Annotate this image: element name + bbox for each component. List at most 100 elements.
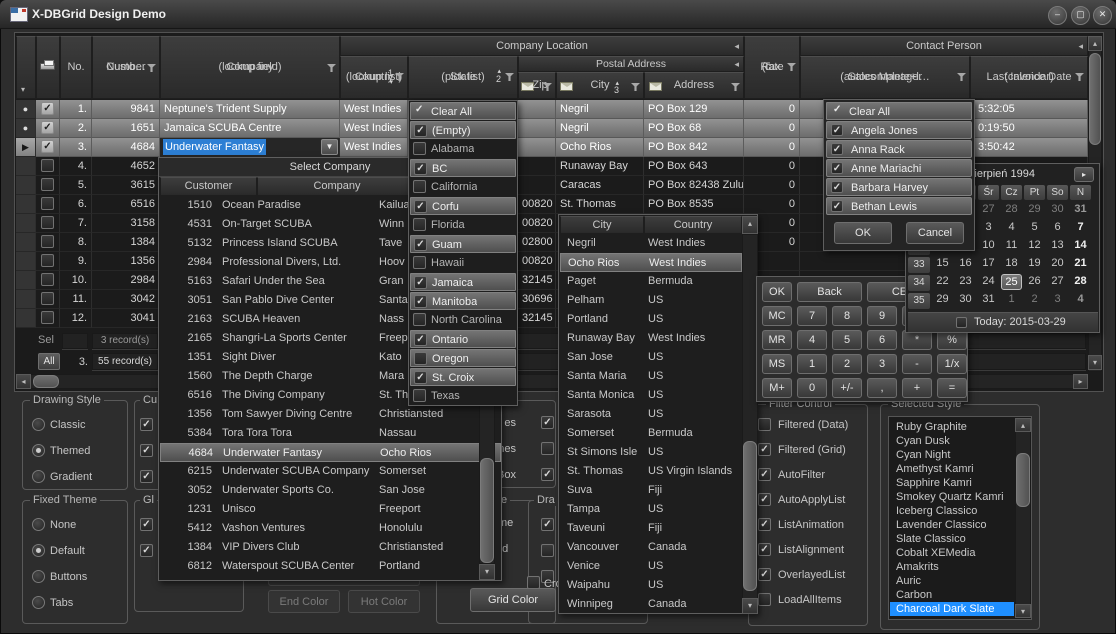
row-indicator[interactable] [16, 157, 36, 176]
calendar-day[interactable]: 18 [1001, 256, 1022, 272]
cell-zip[interactable] [518, 176, 556, 195]
cell-customer-number[interactable]: 3615 [92, 176, 160, 195]
calendar-day[interactable]: 7 [1070, 220, 1091, 236]
calc-button-MC[interactable]: MC [762, 306, 792, 326]
cell-tax-rate[interactable]: 0 [744, 138, 800, 157]
calendar-day[interactable]: 19 [1024, 256, 1045, 272]
style-scroll-thumb[interactable] [1016, 453, 1030, 507]
cell-tax-rate[interactable]: 0 [744, 119, 800, 138]
company-col-header-customer[interactable]: Customer [160, 177, 257, 196]
header-indicator[interactable]: ▾ [16, 36, 36, 99]
calc-button-2[interactable]: 2 [832, 354, 862, 374]
company-list-item[interactable]: 6215Underwater SCUBA CompanySomerset [160, 462, 501, 481]
style-list-item[interactable]: Carbon [890, 588, 1014, 602]
state-item-checkbox[interactable] [413, 180, 426, 193]
city-list-item[interactable]: TaveuniFiji [560, 519, 742, 538]
cell-zip[interactable]: 32145 [518, 271, 556, 290]
state-picklist-item[interactable]: ✓Ontario [410, 330, 516, 348]
cell-last-invoice[interactable]: 0:19:50 [970, 119, 1088, 138]
row-indicator[interactable] [16, 252, 36, 271]
calc-button-M+[interactable]: M+ [762, 378, 792, 398]
row-indicator[interactable] [16, 214, 36, 233]
calendar-day[interactable]: 21 [1070, 256, 1091, 272]
filter-icon[interactable] [1075, 73, 1084, 81]
row-indicator[interactable]: ● [16, 119, 36, 138]
drawing-style-1-radio[interactable] [32, 444, 45, 457]
company-col-header-company[interactable]: Company [257, 177, 417, 196]
row-select-cell[interactable] [36, 157, 60, 176]
cell-address[interactable]: PO Box 129 [644, 100, 744, 119]
footer-all-button[interactable]: All [38, 353, 60, 370]
h-scroll-thumb[interactable] [33, 375, 59, 388]
cell-zip[interactable] [518, 119, 556, 138]
row-checkbox[interactable]: ✓ [41, 121, 54, 134]
city-list-item[interactable]: VancouverCanada [560, 538, 742, 557]
cell-zip[interactable] [518, 157, 556, 176]
calendar-day[interactable]: 16 [955, 256, 976, 272]
cell-address[interactable]: PO Box 8535 [644, 195, 744, 214]
calendar-selected-day[interactable]: 25 [1001, 274, 1022, 290]
calc-button-4[interactable]: 4 [797, 330, 827, 350]
cell-country[interactable]: West Indies [340, 138, 408, 157]
calc-button-1[interactable]: 1 [797, 354, 827, 374]
header-city[interactable]: City▴3 [556, 72, 644, 99]
fixed-theme-0-radio[interactable] [32, 518, 45, 531]
row-select-cell[interactable] [36, 176, 60, 195]
state-picklist-item[interactable]: Oregon [410, 349, 516, 367]
style-listbox[interactable]: Ruby GraphiteCyan DuskCyan NightAmethyst… [888, 416, 1032, 620]
cell-customer-number[interactable]: 4684 [92, 138, 160, 157]
state-picklist-item[interactable]: ✓St. Croix [410, 368, 516, 386]
cell-city[interactable]: Negril [556, 119, 644, 138]
scroll-left-icon[interactable]: ◂ [16, 374, 31, 389]
sm-cancel-button[interactable]: Cancel [906, 222, 964, 244]
company-scroll-thumb[interactable] [480, 458, 494, 563]
cell-customer-number[interactable]: 1384 [92, 233, 160, 252]
row-select-cell[interactable] [36, 309, 60, 328]
drawing-style-2-radio[interactable] [32, 470, 45, 483]
city-list-item[interactable]: San JoseUS [560, 348, 742, 367]
state-picklist-item[interactable]: California [410, 178, 516, 196]
sm-list-item[interactable]: ✓Barbara Harvey [826, 178, 972, 196]
sm-item-checkbox[interactable]: ✓ [831, 143, 843, 155]
calc-button-%[interactable]: % [937, 330, 967, 350]
fixed-theme-3-radio[interactable] [32, 596, 45, 609]
calendar-day[interactable]: 4 [1001, 220, 1022, 236]
cell-country[interactable]: West Indies [340, 119, 408, 138]
cell-last-invoice[interactable]: 5:32:05 [970, 100, 1088, 119]
collapse-left-icon[interactable]: ◂ [734, 58, 739, 71]
style-list-item[interactable]: Slate Classico [890, 532, 1014, 546]
cell-address[interactable]: PO Box 643 [644, 157, 744, 176]
collapse-left-icon[interactable]: ◂ [1078, 40, 1083, 53]
state-picklist-item[interactable]: Texas [410, 387, 516, 405]
calendar-next-icon[interactable]: ▸ [1074, 167, 1094, 182]
cell-city[interactable]: Ocho Rios [556, 138, 644, 157]
style-list-item[interactable]: Ruby Graphite [890, 420, 1014, 434]
calendar-day[interactable]: 20 [1047, 256, 1068, 272]
header-tax-rate[interactable]: TaxRate(c… [744, 36, 800, 99]
state-picklist-item[interactable]: ✓BC [410, 159, 516, 177]
calc-button-7[interactable]: 7 [797, 306, 827, 326]
row-checkbox[interactable] [41, 216, 54, 229]
grid-color-button[interactable]: Grid Color [470, 588, 556, 612]
header-state[interactable]: State(pick list)▴2 [408, 56, 518, 99]
filter-filtereddata-checkbox[interactable] [758, 418, 771, 431]
calc-button-8[interactable]: 8 [832, 306, 862, 326]
cell-tax-rate[interactable]: 0 [744, 157, 800, 176]
row-select-cell[interactable]: ✓ [36, 100, 60, 119]
calendar-day[interactable]: 11 [1001, 238, 1022, 254]
state-picklist-item[interactable]: ✓Jamaica [410, 273, 516, 291]
row-checkbox[interactable] [41, 311, 54, 324]
edit-selection[interactable]: Underwater Fantasy [163, 139, 266, 155]
company-list-item[interactable]: 5412Vashon VenturesHonolulu [160, 519, 501, 538]
calendar-day[interactable]: 22 [932, 274, 953, 290]
state-item-checkbox[interactable] [413, 218, 426, 231]
calendar-day[interactable]: 30 [955, 292, 976, 308]
city-list-item[interactable]: NegrilWest Indies [560, 234, 742, 253]
cell-address[interactable]: PO Box 82438 Zulu … [644, 176, 744, 195]
cell-address[interactable]: PO Box 842 [644, 138, 744, 157]
filter-icon[interactable] [505, 73, 514, 81]
cell-city[interactable]: St. Thomas [556, 195, 644, 214]
filter-autofilter-checkbox[interactable]: ✓ [758, 468, 771, 481]
cell-zip[interactable]: 00820 [518, 214, 556, 233]
row-indicator[interactable] [16, 195, 36, 214]
